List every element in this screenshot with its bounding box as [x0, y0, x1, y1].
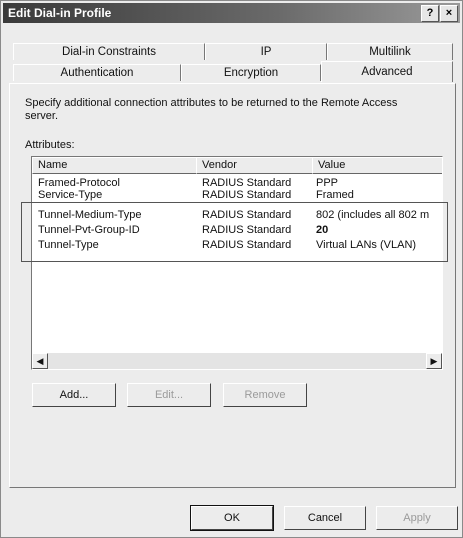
tab-ip[interactable]: IP — [205, 43, 327, 60]
scroll-left-arrow-icon[interactable]: ◀ — [32, 353, 48, 369]
column-header-vendor[interactable]: Vendor — [196, 157, 313, 174]
column-header-value[interactable]: Value — [312, 157, 442, 174]
tab-dial-in-constraints[interactable]: Dial-in Constraints — [13, 43, 205, 60]
attribute-vendor: RADIUS Standard — [202, 224, 292, 236]
cancel-button[interactable]: Cancel — [284, 506, 366, 530]
table-row[interactable]: Service-Type RADIUS Standard Framed — [32, 188, 442, 202]
tab-multilink[interactable]: Multilink — [327, 43, 453, 60]
attribute-value: Framed — [316, 189, 354, 201]
tab-row-top: Dial-in Constraints IP Multilink — [9, 43, 454, 61]
attribute-vendor: RADIUS Standard — [202, 239, 292, 251]
tab-encryption[interactable]: Encryption — [181, 64, 321, 81]
list-header: Name Vendor Value — [32, 157, 442, 174]
horizontal-scrollbar[interactable]: ◀ ▶ — [32, 353, 442, 369]
table-row[interactable]: Tunnel-Type RADIUS Standard Virtual LANs… — [32, 238, 442, 252]
remove-button[interactable]: Remove — [223, 383, 307, 407]
tab-advanced[interactable]: Advanced — [321, 61, 453, 82]
add-button[interactable]: Add... — [32, 383, 116, 407]
help-button[interactable]: ? — [421, 5, 439, 22]
attributes-list[interactable]: Name Vendor Value Framed-Protocol RADIUS… — [31, 156, 443, 370]
attribute-value: 20 — [316, 224, 329, 236]
attribute-value: Virtual LANs (VLAN) — [316, 239, 417, 251]
column-header-name[interactable]: Name — [32, 157, 197, 174]
edit-dial-in-profile-dialog: Edit Dial-in Profile ? × Dial-in Constra… — [0, 0, 463, 538]
title-bar: Edit Dial-in Profile ? × — [3, 3, 460, 23]
close-button[interactable]: × — [440, 5, 458, 22]
attribute-name: Tunnel-Type — [38, 239, 99, 251]
attribute-vendor: RADIUS Standard — [202, 209, 292, 221]
attribute-name: Service-Type — [38, 189, 103, 201]
tab-row-bottom: Authentication Encryption Advanced — [9, 61, 454, 82]
window-title: Edit Dial-in Profile — [8, 6, 112, 20]
scroll-right-arrow-icon[interactable]: ▶ — [426, 353, 442, 369]
attribute-name: Tunnel-Pvt-Group-ID — [38, 224, 140, 236]
apply-button[interactable]: Apply — [376, 506, 458, 530]
edit-button[interactable]: Edit... — [127, 383, 211, 407]
attribute-vendor: RADIUS Standard — [202, 189, 292, 201]
attributes-label: Attributes: — [25, 139, 75, 151]
table-row[interactable]: Tunnel-Medium-Type RADIUS Standard 802 (… — [32, 208, 442, 222]
tab-authentication[interactable]: Authentication — [13, 64, 181, 81]
ok-button[interactable]: OK — [190, 505, 274, 531]
attribute-name: Tunnel-Medium-Type — [38, 209, 142, 221]
attributes-description: Specify additional connection attributes… — [25, 97, 398, 122]
attribute-value: 802 (includes all 802 m — [316, 209, 430, 221]
table-row[interactable]: Tunnel-Pvt-Group-ID RADIUS Standard 20 — [32, 223, 442, 237]
